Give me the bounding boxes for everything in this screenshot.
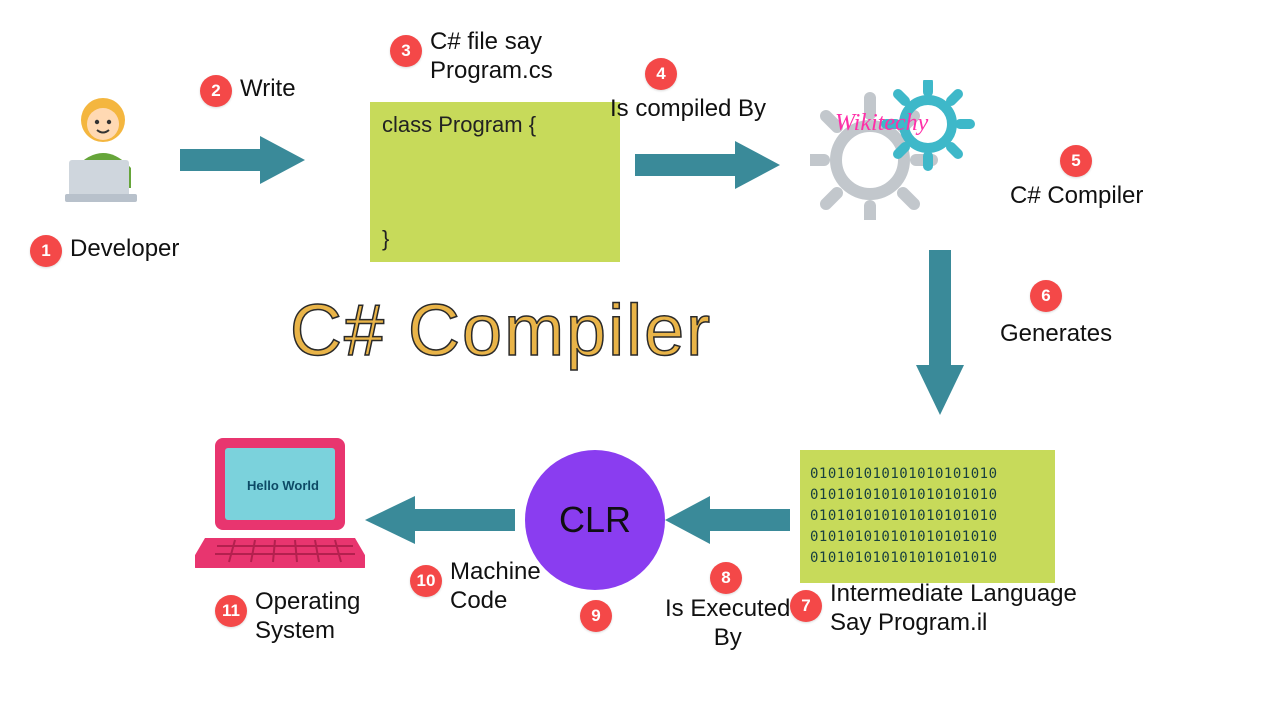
step-badge-2: 2: [200, 75, 232, 107]
arrow-right-icon: [175, 130, 315, 190]
il-line: 010101010101010101010: [810, 464, 1045, 485]
step-label-2: Write: [240, 75, 296, 104]
step-badge-6: 6: [1030, 280, 1062, 312]
code-file-box: class Program { }: [370, 102, 620, 262]
il-line: 010101010101010101010: [810, 527, 1045, 548]
il-line: 010101010101010101010: [810, 506, 1045, 527]
screen-output-text: Hello World: [247, 478, 319, 493]
step-badge-10: 10: [410, 565, 442, 597]
code-open-line: class Program {: [382, 112, 608, 138]
step-badge-11: 11: [215, 595, 247, 627]
step-badge-8: 8: [710, 562, 742, 594]
step-label-3: C# file say Program.cs: [430, 28, 553, 86]
step-label-6: Generates: [1000, 320, 1112, 349]
step-label-4: Is compiled By: [610, 95, 766, 124]
watermark-text: Wikitechy: [835, 110, 928, 137]
step-label-10: Machine Code: [450, 558, 541, 616]
arrow-right-icon: [630, 135, 790, 195]
step-label-7: Intermediate Language Say Program.il: [830, 580, 1077, 638]
step-badge-4: 4: [645, 58, 677, 90]
il-line: 010101010101010101010: [810, 548, 1045, 569]
clr-node: CLR: [525, 450, 665, 590]
code-close-line: }: [382, 226, 608, 252]
step-label-5: C# Compiler: [1010, 182, 1143, 211]
step-badge-9: 9: [580, 600, 612, 632]
il-code-box: 010101010101010101010 010101010101010101…: [800, 450, 1055, 583]
step-badge-7: 7: [790, 590, 822, 622]
laptop-icon: [195, 430, 365, 590]
step-label-11: Operating System: [255, 588, 360, 646]
step-label-1: Developer: [70, 235, 179, 264]
developer-icon: [45, 90, 165, 220]
arrow-left-icon: [365, 490, 520, 550]
diagram-title: C# Compiler: [290, 290, 712, 372]
arrow-left-icon: [665, 490, 795, 550]
step-badge-1: 1: [30, 235, 62, 267]
step-badge-3: 3: [390, 35, 422, 67]
arrow-down-icon: [900, 245, 980, 425]
gears-icon: [810, 80, 980, 220]
step-badge-5: 5: [1060, 145, 1092, 177]
il-line: 010101010101010101010: [810, 485, 1045, 506]
clr-label: CLR: [559, 499, 631, 541]
step-label-8: Is Executed By: [665, 595, 790, 653]
